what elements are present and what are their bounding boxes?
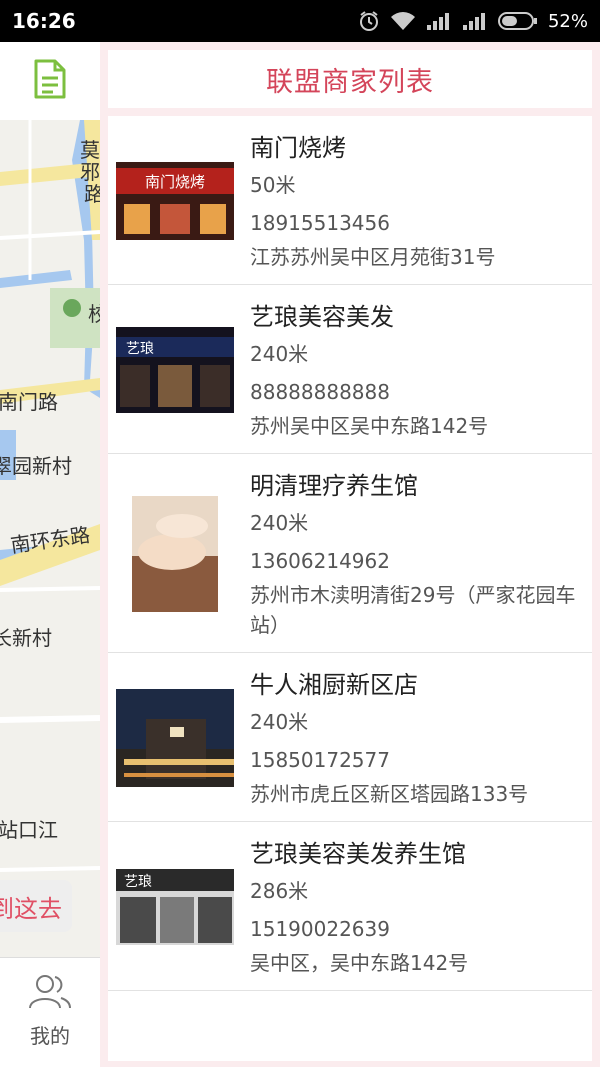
list-item[interactable]: 牛人湘厨新区店 240米 15850172577 苏州市虎丘区新区塔园路133号 <box>108 653 592 822</box>
status-icons: 52% <box>358 10 588 32</box>
map-label: 校 <box>88 302 100 326</box>
merchant-name: 明清理疗养生馆 <box>250 472 418 500</box>
merchant-address: 苏州吴中区吴中东路142号 <box>250 414 489 438</box>
map-label: 长新村 <box>0 626 52 650</box>
merchant-phone[interactable]: 13606214962 <box>250 542 592 580</box>
merchant-image-text: 南门烧烤 <box>145 173 205 191</box>
merchant-image: 艺琅 <box>116 836 234 978</box>
map-label: 路 <box>84 182 100 206</box>
map-label: 站口江 <box>0 818 58 842</box>
page-title: 联盟商家列表 <box>266 66 434 98</box>
status-time: 16:26 <box>12 9 76 33</box>
merchant-list-pane: 联盟商家列表 南门烧烤 南门烧烤 50米 18915513456 江苏苏州吴中区… <box>100 42 600 1067</box>
signal-icon <box>426 11 452 31</box>
merchant-image: 艺琅 <box>116 299 234 441</box>
battery-level: 52% <box>547 10 588 32</box>
merchant-phone[interactable]: 18915513456 <box>250 204 592 242</box>
merchant-phone[interactable]: 15190022639 <box>250 910 592 948</box>
merchant-distance: 286米 <box>250 879 309 903</box>
map-pane: 莫 邪 路 校 南门路 翠园新村 南环东路 长新村 站口江 到这去 我的 <box>0 42 100 1067</box>
merchant-name: 牛人湘厨新区店 <box>250 671 418 699</box>
map-top-bar <box>0 42 100 120</box>
merchant-image-text: 艺琅 <box>126 341 154 357</box>
list-item[interactable]: 南门烧烤 南门烧烤 50米 18915513456 江苏苏州吴中区月苑街31号 <box>108 116 592 285</box>
map-view[interactable]: 莫 邪 路 校 南门路 翠园新村 南环东路 长新村 站口江 <box>0 120 100 957</box>
bottom-nav-label: 我的 <box>30 1024 70 1048</box>
merchant-address: 吴中区，吴中东路142号 <box>250 951 469 975</box>
bottom-nav-mine[interactable]: 我的 <box>0 957 100 1067</box>
merchant-address: 苏州市虎丘区新区塔园路133号 <box>250 782 529 806</box>
user-group-icon <box>27 972 73 1014</box>
list-item[interactable]: 明清理疗养生馆 240米 13606214962 苏州市木渎明清街29号（严家花… <box>108 454 592 653</box>
wifi-icon <box>390 11 416 31</box>
document-icon[interactable] <box>33 58 67 104</box>
battery-icon <box>497 11 538 31</box>
merchant-distance: 50米 <box>250 173 296 197</box>
alarm-icon <box>358 10 380 32</box>
map-label: 翠园新村 <box>0 454 72 478</box>
merchant-image <box>116 468 234 640</box>
merchant-address: 江苏苏州吴中区月苑街31号 <box>250 245 496 269</box>
merchant-distance: 240米 <box>250 710 309 734</box>
merchant-list[interactable]: 南门烧烤 南门烧烤 50米 18915513456 江苏苏州吴中区月苑街31号 … <box>108 116 592 1061</box>
list-item[interactable]: 艺琅 艺琅美容美发 240米 88888888888 苏州吴中区吴中东路142号 <box>108 285 592 454</box>
merchant-image-text: 艺琅 <box>124 874 152 890</box>
list-header: 联盟商家列表 <box>108 50 592 108</box>
map-label: 南门路 <box>0 390 58 414</box>
merchant-phone[interactable]: 88888888888 <box>250 373 592 411</box>
list-item[interactable]: 艺琅 艺琅美容美发养生馆 286米 15190022639 吴中区，吴中东路14… <box>108 822 592 991</box>
merchant-image: 南门烧烤 <box>116 130 234 272</box>
merchant-distance: 240米 <box>250 511 309 535</box>
merchant-name: 艺琅美容美发 <box>250 303 394 331</box>
merchant-address: 苏州市木渎明清街29号（严家花园车站） <box>250 583 576 637</box>
go-here-button[interactable]: 到这去 <box>0 880 72 932</box>
merchant-name: 南门烧烤 <box>250 134 346 162</box>
merchant-image <box>116 667 234 809</box>
merchant-phone[interactable]: 15850172577 <box>250 741 592 779</box>
merchant-distance: 240米 <box>250 342 309 366</box>
status-bar: 16:26 52% <box>0 0 600 42</box>
merchant-name: 艺琅美容美发养生馆 <box>250 840 466 868</box>
signal-icon <box>462 11 488 31</box>
